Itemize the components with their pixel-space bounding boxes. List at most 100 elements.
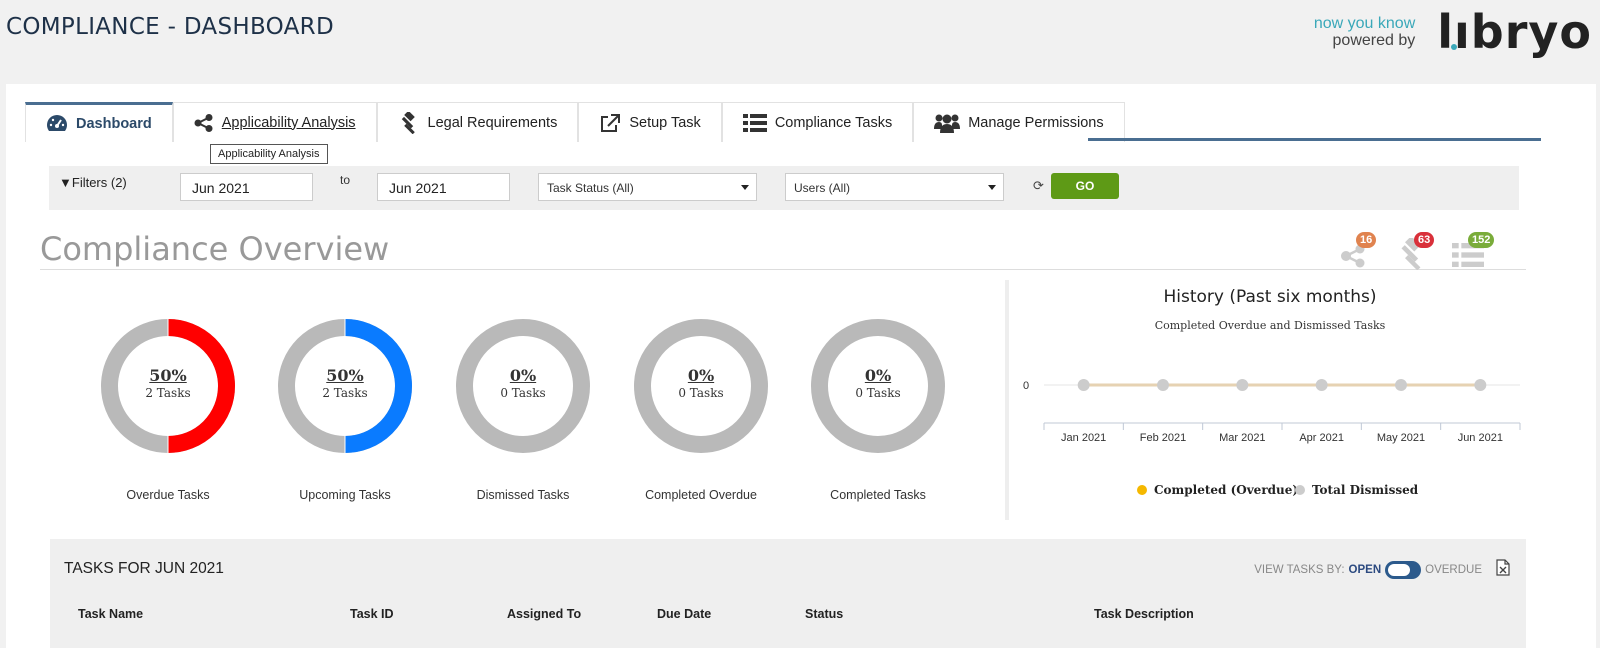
tab-label: Applicability Analysis: [221, 114, 356, 131]
donut-percent[interactable]: 0%: [631, 366, 771, 385]
open-label: OPEN: [1348, 564, 1382, 576]
y-tick-label: 0: [1023, 380, 1029, 392]
share-icon: [194, 113, 214, 132]
tasks-badge[interactable]: 152: [1452, 232, 1508, 272]
task-status-value: Task Status (All): [547, 181, 634, 195]
tachometer-icon: [46, 114, 68, 134]
series-point-total-dismissed: [1474, 379, 1487, 391]
donut-label: Upcoming Tasks: [299, 488, 391, 502]
donut-label: Completed Overdue: [645, 488, 757, 502]
brand-tagline: now you know powered by: [1314, 15, 1415, 49]
col-due-date[interactable]: Due Date: [657, 607, 711, 621]
series-point-total-dismissed: [1395, 379, 1407, 391]
donut-percent[interactable]: 50%: [98, 366, 238, 385]
donut-count: 0 Tasks: [678, 386, 724, 400]
tab-label: Setup Task: [629, 114, 701, 131]
users-select[interactable]: Users (All): [785, 173, 1004, 201]
gavel-icon: [398, 111, 420, 134]
tab-underline: [1088, 138, 1541, 141]
col-task-id[interactable]: Task ID: [350, 607, 394, 621]
users-value: Users (All): [794, 181, 850, 195]
donut-label: Completed Tasks: [830, 488, 926, 502]
series-point-total-dismissed: [1236, 379, 1249, 391]
legal-count: 63: [1414, 232, 1435, 248]
donut-percent[interactable]: 0%: [808, 366, 948, 385]
date-from-input[interactable]: Jun 2021: [180, 173, 313, 201]
x-tick-label: Jun 2021: [1458, 432, 1503, 444]
users-icon: [934, 113, 961, 133]
filter-bar: ▼Filters (2) Jun 2021 to Jun 2021 Task S…: [49, 166, 1519, 210]
tooltip: Applicability Analysis: [210, 144, 328, 164]
badge-group: 16 63 152: [1340, 232, 1508, 272]
tab-setup-task[interactable]: Setup Task: [578, 102, 722, 142]
legend-label: Total Dismissed: [1312, 483, 1419, 497]
donut-percent[interactable]: 50%: [275, 366, 415, 385]
overdue-label: OVERDUE: [1425, 564, 1482, 576]
donut-completed-tasks[interactable]: 0% 0 Tasks Completed Tasks: [808, 316, 948, 502]
tab-bar: Dashboard Applicability Analysis Legal R…: [25, 102, 1125, 142]
tasks-title: TASKS FOR JUN 2021: [64, 560, 224, 577]
brand-tagline-2: powered by: [1332, 32, 1416, 49]
list-icon: [742, 113, 767, 132]
tab-dashboard[interactable]: Dashboard: [25, 102, 173, 142]
applicability-badge[interactable]: 16: [1340, 232, 1396, 272]
chart-title: History (Past six months): [1163, 287, 1376, 307]
history-chart: History (Past six months) Completed Overd…: [1010, 280, 1530, 530]
filter-icon: ▼: [59, 175, 72, 190]
libryo-logo: lıbryo: [1437, 8, 1592, 56]
x-tick-label: Jan 2021: [1061, 432, 1106, 444]
view-by: VIEW TASKS BY: OPEN OVERDUE: [1254, 561, 1482, 579]
page-title: COMPLIANCE - DASHBOARD: [6, 14, 334, 40]
donut-label: Dismissed Tasks: [476, 488, 570, 502]
col-task-description[interactable]: Task Description: [1094, 607, 1194, 621]
series-point-total-dismissed: [1157, 379, 1169, 391]
col-assigned-to[interactable]: Assigned To: [507, 607, 581, 621]
overview-title: Compliance Overview: [40, 230, 390, 268]
vertical-divider: [1005, 280, 1009, 520]
divider: [40, 269, 1526, 270]
refresh-icon[interactable]: ⟳: [1033, 178, 1044, 194]
caret-down-icon: [988, 185, 996, 190]
applicability-count: 16: [1356, 232, 1377, 248]
series-point-total-dismissed: [1077, 379, 1090, 391]
donut-completed-overdue[interactable]: 0% 0 Tasks Completed Overdue: [631, 316, 771, 502]
filters-toggle[interactable]: ▼Filters (2): [59, 175, 127, 190]
chart-subtitle: Completed Overdue and Dismissed Tasks: [1155, 319, 1386, 332]
task-status-select[interactable]: Task Status (All): [538, 173, 757, 201]
brand: now you know powered by lıbryo: [1314, 8, 1592, 56]
tab-label: Compliance Tasks: [774, 114, 893, 131]
legend-marker: [1137, 485, 1147, 495]
donut-percent[interactable]: 0%: [453, 366, 593, 385]
legend-marker: [1295, 485, 1305, 495]
main-panel: Dashboard Applicability Analysis Legal R…: [6, 84, 1596, 648]
open-overdue-toggle[interactable]: [1385, 561, 1422, 579]
legal-badge[interactable]: 63: [1396, 232, 1452, 272]
tab-manage-permissions[interactable]: Manage Permissions: [913, 102, 1125, 142]
donut-dismissed-tasks[interactable]: 0% 0 Tasks Dismissed Tasks: [453, 316, 593, 502]
donut-count: 2 Tasks: [322, 386, 368, 400]
go-button[interactable]: GO: [1051, 173, 1119, 199]
tab-label: Dashboard: [76, 115, 152, 132]
tab-compliance-tasks[interactable]: Compliance Tasks: [721, 102, 914, 142]
x-tick-label: Feb 2021: [1140, 432, 1186, 444]
col-status[interactable]: Status: [805, 607, 843, 621]
series-point-total-dismissed: [1315, 379, 1328, 391]
col-task-name[interactable]: Task Name: [78, 607, 143, 621]
date-to-input[interactable]: Jun 2021: [377, 173, 510, 201]
tab-label: Legal Requirements: [427, 114, 558, 131]
legend-label: Completed (Overdue): [1154, 483, 1298, 497]
tab-label: Manage Permissions: [968, 114, 1104, 131]
to-label: to: [340, 173, 351, 187]
donut-overdue-tasks[interactable]: 50% 2 Tasks Overdue Tasks: [98, 316, 238, 502]
caret-down-icon: [741, 185, 749, 190]
donut-upcoming-tasks[interactable]: 50% 2 Tasks Upcoming Tasks: [275, 316, 415, 502]
donut-label: Overdue Tasks: [126, 488, 210, 502]
tasks-section: TASKS FOR JUN 2021 VIEW TASKS BY: OPEN O…: [50, 539, 1526, 648]
brand-tagline-1: now you know: [1313, 15, 1416, 32]
tasks-count: 152: [1468, 232, 1495, 248]
excel-export-icon[interactable]: [1496, 559, 1510, 581]
tab-applicability-analysis[interactable]: Applicability Analysis: [172, 102, 377, 142]
external-link-icon: [599, 113, 621, 133]
tab-legal-requirements[interactable]: Legal Requirements: [376, 102, 579, 142]
donut-count: 0 Tasks: [855, 386, 901, 400]
